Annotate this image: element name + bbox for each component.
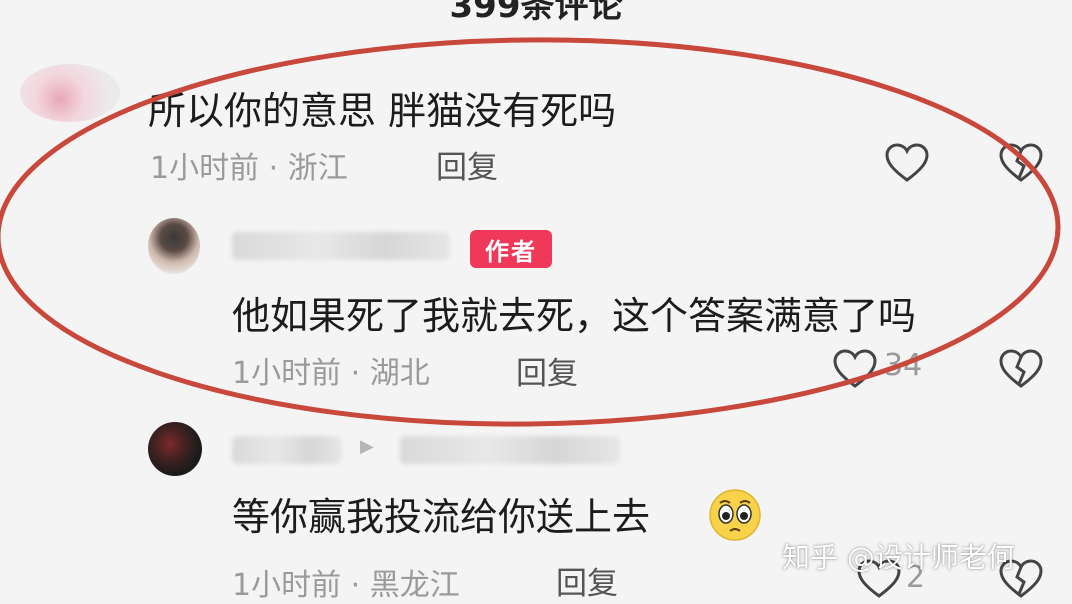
reply-button[interactable]: 回复 <box>436 142 498 187</box>
comment-count-title: 399条评论 <box>449 0 623 26</box>
comment-time: 1小时前 <box>232 568 342 603</box>
heart-outline-icon[interactable] <box>832 348 878 390</box>
author-badge: 作者 <box>470 230 552 268</box>
username-blurred[interactable] <box>232 232 450 260</box>
comment-time: 1小时前 <box>232 356 342 391</box>
worried-emoji-icon <box>709 489 761 541</box>
like-count: 34 <box>884 348 923 383</box>
comment-location: 黑龙江 <box>369 568 460 603</box>
reply-button[interactable]: 回复 <box>516 348 578 393</box>
broken-heart-icon[interactable] <box>998 348 1044 390</box>
comment-location: 湖北 <box>369 356 430 391</box>
comment-text: 等你赢我投流给你送上去 <box>232 495 651 539</box>
avatar[interactable] <box>148 218 200 274</box>
comment-meta: 1小时前 · 浙江 <box>150 143 348 187</box>
reply-to-username-blurred[interactable] <box>400 436 620 464</box>
comment-location: 浙江 <box>287 151 348 186</box>
comment-text: 他如果死了我就去死，这个答案满意了吗 <box>232 294 917 338</box>
meta-separator: · <box>259 151 288 186</box>
broken-heart-icon[interactable] <box>998 142 1044 184</box>
comment-text: 所以你的意思 胖猫没有死吗 <box>148 89 617 133</box>
comment-meta: 1小时前 · 湖北 <box>232 348 430 392</box>
username-blurred[interactable] <box>232 436 342 464</box>
zhihu-watermark: 知乎 @设计师老何 <box>782 541 1015 574</box>
reply-arrow-icon: ▶ <box>360 436 374 457</box>
meta-separator: · <box>341 356 370 391</box>
comment-meta: 1小时前 · 黑龙江 <box>232 560 460 604</box>
comment-time: 1小时前 <box>150 151 260 186</box>
avatar[interactable] <box>20 64 120 122</box>
reply-button[interactable]: 回复 <box>556 558 618 603</box>
avatar[interactable] <box>148 422 202 476</box>
heart-outline-icon[interactable] <box>884 142 930 184</box>
meta-separator: · <box>341 568 370 603</box>
